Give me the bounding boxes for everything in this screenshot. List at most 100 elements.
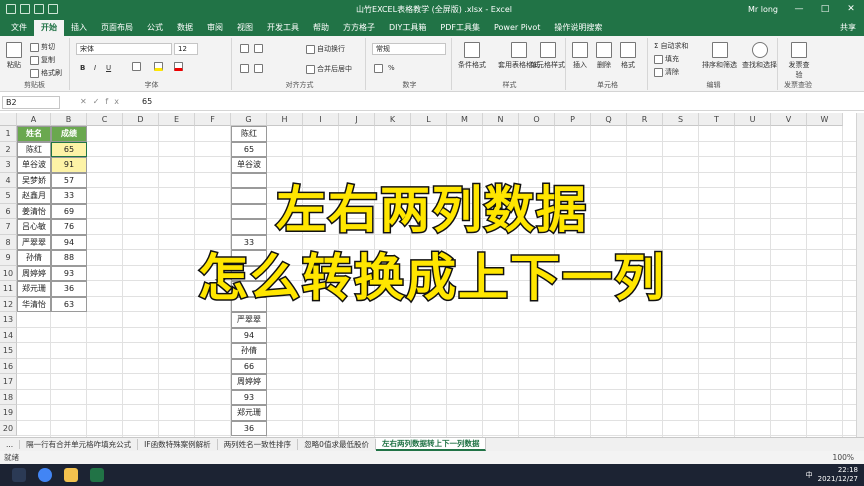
select-all-corner[interactable]	[0, 113, 17, 126]
cell-styles-button[interactable]: 单元格样式	[530, 42, 565, 70]
bold-button[interactable]: B	[80, 64, 85, 72]
merge-center-button[interactable]: 合并后居中	[306, 64, 352, 74]
row-header[interactable]: 19	[0, 405, 17, 421]
result-cell[interactable]: 66	[231, 358, 267, 374]
minimize-button[interactable]: —	[786, 4, 812, 14]
column-header[interactable]: E	[159, 113, 195, 126]
result-cell[interactable]: 93	[231, 389, 267, 405]
redo-icon[interactable]	[48, 4, 58, 14]
column-header[interactable]: O	[519, 113, 555, 126]
tab-help[interactable]: 帮助	[306, 20, 336, 36]
tab-fangfang[interactable]: 方方格子	[336, 20, 382, 36]
result-cell[interactable]: 孙倩	[231, 343, 267, 359]
fill-button[interactable]: 填充	[654, 54, 679, 64]
insert-cells-button[interactable]: 插入	[572, 42, 588, 70]
sort-filter-button[interactable]: 排序和筛选	[702, 42, 737, 70]
copy-button[interactable]: 复制	[30, 55, 55, 65]
column-header[interactable]: L	[411, 113, 447, 126]
column-header[interactable]: H	[267, 113, 303, 126]
tab-file[interactable]: 文件	[4, 20, 34, 36]
row-header[interactable]: 18	[0, 389, 17, 405]
column-header[interactable]: M	[447, 113, 483, 126]
align-left-button[interactable]	[240, 64, 249, 73]
start-icon[interactable]	[12, 468, 26, 482]
number-format-select[interactable]: 常规	[372, 43, 446, 55]
format-painter-button[interactable]: 格式刷	[30, 68, 62, 78]
result-cell[interactable]: 陈红	[231, 126, 267, 142]
tab-view[interactable]: 视图	[230, 20, 260, 36]
paste-button[interactable]: 粘贴	[6, 42, 22, 70]
underline-button[interactable]: U	[106, 64, 111, 72]
maximize-button[interactable]: □	[812, 4, 838, 14]
conditional-format-button[interactable]: 条件格式	[458, 42, 486, 70]
autosum-button[interactable]: Σ 自动求和	[654, 41, 688, 51]
sheet-tab[interactable]: 忽略0值求最低股价	[298, 439, 376, 450]
row-header[interactable]: 20	[0, 420, 17, 436]
tab-formulas[interactable]: 公式	[140, 20, 170, 36]
row-header[interactable]: 13	[0, 312, 17, 328]
close-button[interactable]: ✕	[838, 4, 864, 14]
active-cell[interactable]: 65	[51, 141, 87, 157]
column-header[interactable]: U	[735, 113, 771, 126]
clock[interactable]: 22:18 2021/12/27	[818, 466, 858, 484]
formula-input[interactable]: 65	[142, 97, 152, 106]
share-button[interactable]: 共享	[832, 20, 864, 36]
sheet-tab[interactable]: 隔一行有合并单元格咋填充公式	[20, 439, 139, 450]
currency-button[interactable]	[374, 64, 383, 73]
sheet-tab[interactable]: 两列姓名一致性排序	[218, 439, 299, 450]
column-header[interactable]: Q	[591, 113, 627, 126]
zoom-level[interactable]: 100%	[833, 451, 854, 464]
tab-power-pivot[interactable]: Power Pivot	[487, 20, 547, 36]
result-cell[interactable]: 周婷婷	[231, 374, 267, 390]
result-cell[interactable]: 严翠翠	[231, 312, 267, 328]
column-header[interactable]: B	[51, 113, 87, 126]
italic-button[interactable]: I	[94, 64, 96, 72]
row-header[interactable]: 17	[0, 374, 17, 390]
row-header[interactable]: 1	[0, 126, 17, 142]
find-select-button[interactable]: 查找和选择	[742, 42, 777, 70]
tab-developer[interactable]: 开发工具	[260, 20, 306, 36]
save-icon[interactable]	[20, 4, 30, 14]
tab-page-layout[interactable]: 页面布局	[94, 20, 140, 36]
font-name-select[interactable]: 宋体	[76, 43, 172, 55]
tab-pdf-tools[interactable]: PDF工具集	[433, 20, 487, 36]
fill-color-button[interactable]	[154, 62, 163, 71]
row-header[interactable]: 16	[0, 358, 17, 374]
column-header[interactable]: G	[231, 113, 267, 126]
column-header[interactable]: F	[195, 113, 231, 126]
name-cell[interactable]: 陈红	[17, 141, 51, 157]
column-header[interactable]: R	[627, 113, 663, 126]
align-center-button[interactable]	[254, 64, 263, 73]
format-cells-button[interactable]: 格式	[620, 42, 636, 70]
column-header[interactable]: S	[663, 113, 699, 126]
excel-icon[interactable]	[90, 468, 104, 482]
tab-review[interactable]: 审阅	[200, 20, 230, 36]
table-header-score[interactable]: 成绩	[51, 126, 87, 142]
result-cell[interactable]: 36	[231, 420, 267, 436]
undo-icon[interactable]	[34, 4, 44, 14]
align-middle-button[interactable]	[254, 44, 263, 53]
column-header[interactable]: D	[123, 113, 159, 126]
tab-data[interactable]: 数据	[170, 20, 200, 36]
column-header[interactable]: P	[555, 113, 591, 126]
tell-me-search[interactable]: 操作说明搜索	[547, 20, 609, 36]
delete-cells-button[interactable]: 删除	[596, 42, 612, 70]
font-color-button[interactable]	[174, 62, 183, 71]
column-header[interactable]: W	[807, 113, 843, 126]
result-cell[interactable]: 65	[231, 141, 267, 157]
column-header[interactable]: T	[699, 113, 735, 126]
tab-home[interactable]: 开始	[34, 20, 64, 36]
user-name[interactable]: Mr long	[748, 5, 778, 14]
sheet-tab[interactable]: IF函数特殊案例解析	[138, 439, 218, 450]
row-header[interactable]: 2	[0, 141, 17, 157]
borders-button[interactable]	[132, 62, 141, 71]
font-size-select[interactable]: 12	[174, 43, 198, 55]
cut-button[interactable]: 剪切	[30, 42, 55, 52]
wrap-text-button[interactable]: 自动换行	[306, 44, 345, 54]
align-top-button[interactable]	[240, 44, 249, 53]
sheet-tab-more[interactable]: ...	[0, 440, 21, 449]
table-header-name[interactable]: 姓名	[17, 126, 51, 142]
chrome-icon[interactable]	[38, 468, 52, 482]
sheet-tab-active[interactable]: 左右两列数据转上下一列数据	[375, 438, 487, 451]
clear-button[interactable]: 清除	[654, 67, 679, 77]
